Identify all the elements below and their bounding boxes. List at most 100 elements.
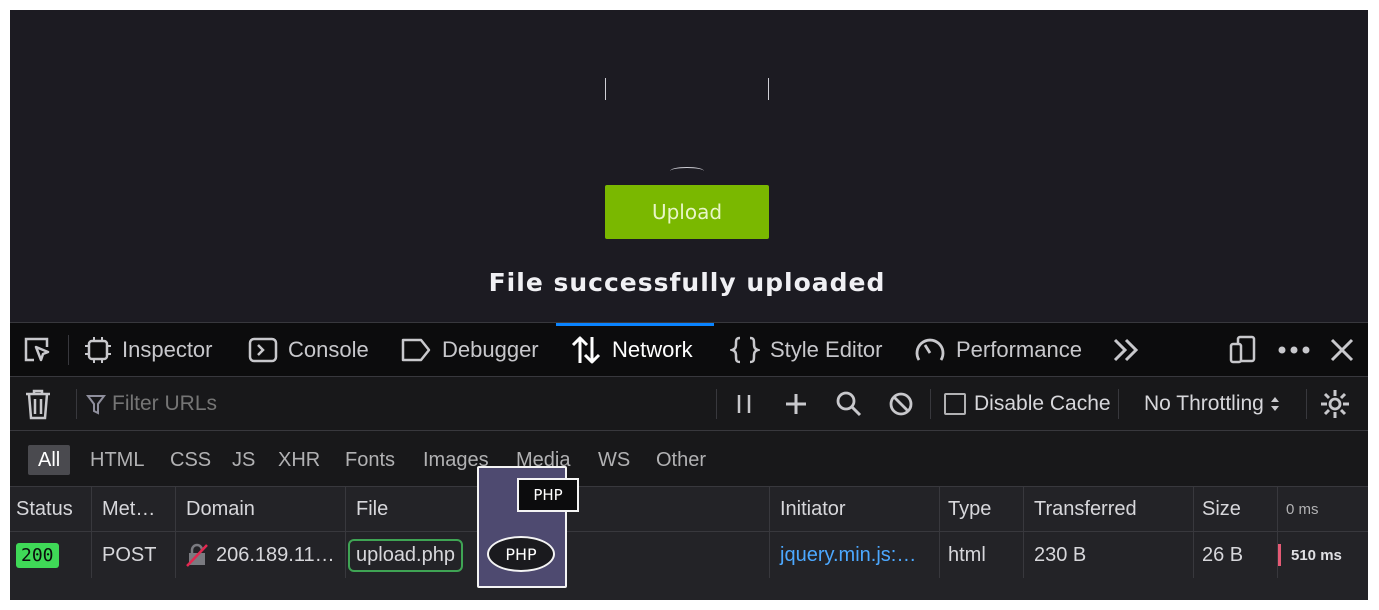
- domain-text: 206.189.11…: [216, 543, 335, 566]
- filter-ws[interactable]: WS: [588, 445, 640, 475]
- cell-method: POST: [92, 532, 176, 578]
- element-picker-icon: [24, 337, 50, 361]
- toolbar-separator: [1118, 389, 1119, 419]
- filter-html[interactable]: HTML: [80, 445, 154, 475]
- toolbar-separator: [930, 389, 931, 419]
- throttling-value: No Throttling: [1144, 392, 1264, 415]
- updown-caret-icon: [1270, 397, 1279, 411]
- column-method[interactable]: Met…: [92, 487, 176, 531]
- toolbar-separator: [716, 389, 717, 419]
- table-row[interactable]: 200 POST 206.189.11… upload.php jquery.m…: [10, 532, 1368, 578]
- toolbar-separator: [68, 335, 69, 365]
- gear-icon: [1321, 390, 1349, 418]
- responsive-design-icon: [1229, 335, 1256, 363]
- column-size[interactable]: Size: [1194, 487, 1278, 531]
- toolbar-separator: [1306, 389, 1307, 419]
- tab-debugger[interactable]: Debugger: [400, 323, 539, 376]
- status-badge: 200: [16, 542, 59, 568]
- close-icon: [1330, 338, 1354, 361]
- tab-label: Style Editor: [770, 336, 883, 362]
- tab-label: Debugger: [442, 336, 539, 362]
- upload-status-message: File successfully uploaded: [488, 268, 886, 297]
- filter-all[interactable]: All: [28, 445, 71, 475]
- column-type[interactable]: Type: [940, 487, 1024, 531]
- disable-cache-toggle[interactable]: Disable Cache: [944, 377, 1111, 431]
- cell-transferred: 230 B: [1024, 532, 1194, 578]
- network-icon: [571, 336, 601, 363]
- tab-network[interactable]: Network: [570, 323, 693, 376]
- throttling-select[interactable]: No Throttling: [1144, 377, 1280, 431]
- waterfall-bar: [1278, 544, 1281, 566]
- tab-style-editor[interactable]: Style Editor: [730, 323, 883, 376]
- cell-status: 200: [10, 532, 92, 578]
- tab-label: Console: [288, 336, 369, 362]
- plus-icon: [786, 394, 806, 414]
- request-type-filters: All HTML CSS JS XHR Fonts Images Media W…: [10, 430, 1368, 486]
- pause-recording-button[interactable]: [734, 377, 754, 431]
- cell-size: 26 B: [1194, 532, 1278, 578]
- initiator-link[interactable]: jquery.min.js:…: [780, 544, 916, 567]
- tab-label: Inspector: [122, 336, 213, 362]
- checkbox[interactable]: [944, 393, 966, 415]
- add-request-button[interactable]: [784, 377, 808, 431]
- filter-css[interactable]: CSS: [160, 445, 221, 475]
- more-tools-button[interactable]: [1112, 323, 1140, 376]
- debugger-icon: [401, 338, 431, 361]
- filter-js[interactable]: JS: [222, 445, 265, 475]
- spinner-arc: [670, 167, 704, 175]
- php-file-overlay: PHP PHP: [477, 466, 579, 588]
- php-tag-label: PHP: [517, 478, 579, 512]
- column-domain[interactable]: Domain: [176, 487, 346, 531]
- php-logo: PHP: [487, 536, 555, 572]
- console-icon: [248, 337, 278, 362]
- style-editor-icon: [730, 336, 760, 363]
- cell-waterfall: 510 ms: [1278, 532, 1368, 578]
- network-settings-button[interactable]: [1320, 377, 1350, 431]
- waterfall-time: 510 ms: [1291, 546, 1342, 564]
- search-button[interactable]: [836, 377, 862, 431]
- pause-icon: [737, 395, 751, 413]
- tab-performance[interactable]: Performance: [914, 323, 1082, 376]
- filter-other[interactable]: Other: [646, 445, 716, 475]
- file-name: upload.php: [348, 538, 463, 572]
- file-input-right-edge: [768, 78, 769, 100]
- ellipsis-icon: [1278, 346, 1310, 353]
- disable-cache-label: Disable Cache: [974, 392, 1111, 415]
- search-icon: [836, 391, 862, 417]
- insecure-lock-icon: [186, 543, 208, 567]
- browser-frame: Upload File successfully uploaded Inspec…: [10, 10, 1368, 600]
- block-requests-button[interactable]: [888, 377, 914, 431]
- trash-icon: [26, 389, 50, 420]
- filter-fonts[interactable]: Fonts: [335, 445, 405, 475]
- inspector-icon: [85, 336, 111, 363]
- filter-urls-input[interactable]: [88, 387, 708, 421]
- page-content: Upload File successfully uploaded: [10, 10, 1368, 322]
- cell-initiator: jquery.min.js:…: [770, 532, 940, 578]
- more-options-button[interactable]: [1278, 323, 1310, 376]
- upload-button[interactable]: Upload: [605, 185, 769, 239]
- tab-label: Performance: [956, 336, 1082, 362]
- chevron-double-right-icon: [1113, 338, 1139, 361]
- tab-inspector[interactable]: Inspector: [84, 323, 213, 376]
- file-input-left-edge: [605, 78, 606, 100]
- column-initiator[interactable]: Initiator: [770, 487, 940, 531]
- toolbar-separator: [76, 389, 77, 419]
- clear-requests-button[interactable]: [24, 377, 52, 431]
- column-status[interactable]: Status: [10, 487, 92, 531]
- element-picker-button[interactable]: [22, 323, 52, 376]
- selected-tab-indicator: [556, 323, 714, 326]
- filter-xhr[interactable]: XHR: [268, 445, 330, 475]
- devtools-toolbox: Inspector Console Debugger Network Style…: [10, 322, 1368, 376]
- network-toolbar: Disable Cache No Throttling: [10, 376, 1368, 430]
- tab-console[interactable]: Console: [248, 323, 369, 376]
- requests-table-header: Status Met… Domain File Initiator Type T…: [10, 486, 1368, 532]
- responsive-design-button[interactable]: [1228, 323, 1258, 376]
- close-devtools-button[interactable]: [1330, 323, 1354, 376]
- tab-label: Network: [612, 336, 693, 362]
- column-transferred[interactable]: Transferred: [1024, 487, 1194, 531]
- column-waterfall[interactable]: 0 ms: [1278, 487, 1368, 531]
- performance-icon: [915, 338, 945, 361]
- cell-domain: 206.189.11…: [176, 532, 346, 578]
- block-icon: [889, 392, 913, 416]
- cell-type: html: [940, 532, 1024, 578]
